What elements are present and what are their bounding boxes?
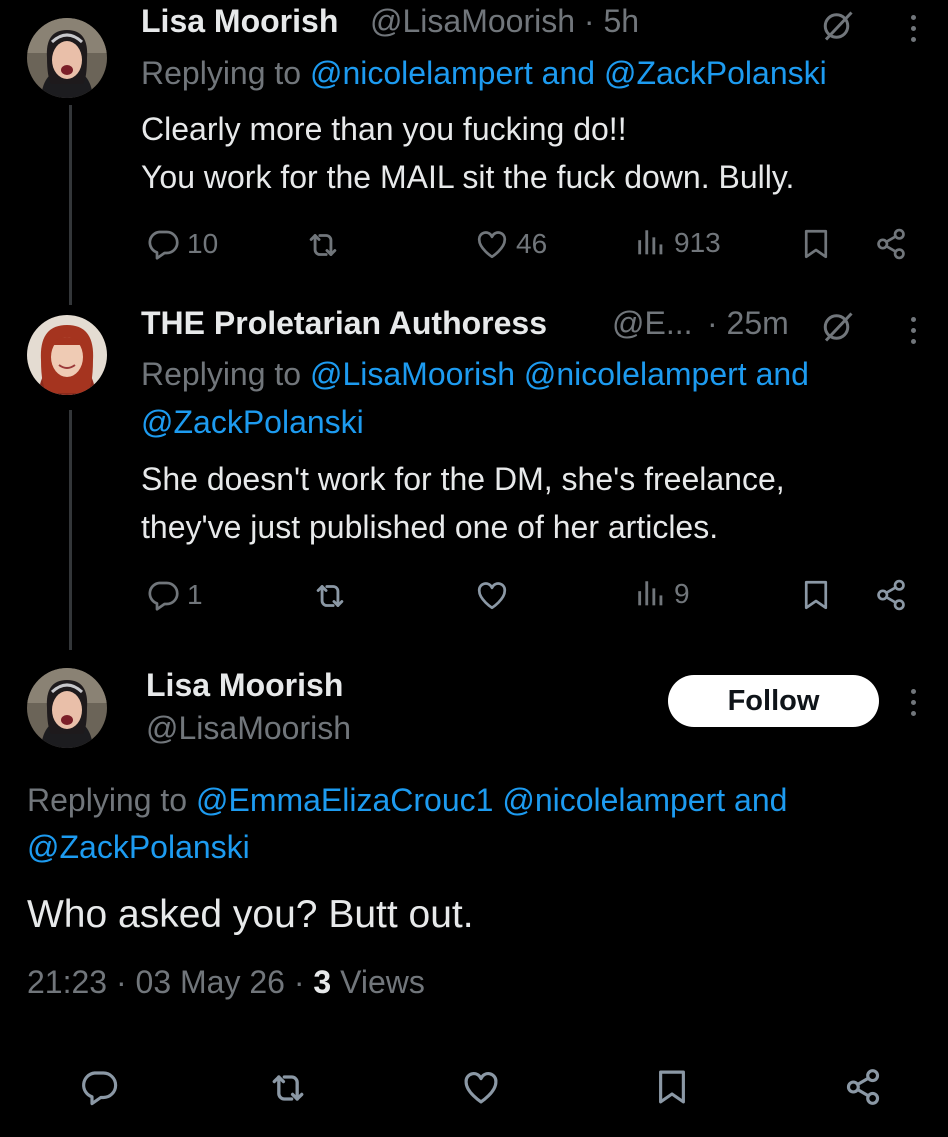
replying-prefix: Replying to [27,782,188,818]
reply-icon [145,226,181,262]
author-name[interactable]: THE Proletarian Authoress [141,305,547,342]
grok-icon[interactable] [820,309,856,345]
author-handle[interactable]: @LisaMoorish [146,710,351,747]
heart-icon [474,226,510,262]
share-button[interactable] [842,1066,884,1108]
share-icon [873,577,909,613]
like-button[interactable] [474,577,510,613]
bookmark-icon [798,577,834,613]
reply-icon [78,1066,120,1108]
share-button[interactable] [873,226,909,262]
tweet-text: Clearly more than you fucking do!! You w… [141,105,794,201]
tweet-date[interactable]: 03 May 26 [136,964,285,1000]
tweet-timestamp: 21:23 · 03 May 26 · 3 Views [27,964,425,1001]
bookmark-icon [651,1066,693,1108]
reply-button[interactable] [78,1066,120,1108]
author-handle[interactable]: @E... [612,305,693,342]
heart-icon [460,1066,502,1108]
tweet-text-line: they've just published one of her articl… [141,509,719,545]
retweet-button[interactable] [311,577,349,615]
tweet-text-line: Clearly more than you fucking do!! [141,111,627,147]
replying-to: Replying to @EmmaElizaCrouc1 @nicolelamp… [27,782,787,819]
thread-line [69,410,72,650]
reply-count: 10 [187,228,219,259]
author-meta: @LisaMoorish · 5h [370,3,639,40]
share-icon [842,1066,884,1108]
views-count: 913 [674,227,721,258]
retweet-button[interactable] [266,1066,310,1110]
replying-prefix: Replying to [141,55,302,91]
bookmark-button[interactable] [798,226,834,262]
views-button[interactable]: 913 [634,226,721,260]
retweet-icon [304,226,342,264]
avatar[interactable] [27,315,107,395]
tweet-text: Who asked you? Butt out. [27,893,474,936]
views-label: Views [340,964,425,1000]
tweet-text-line: You work for the MAIL sit the fuck down.… [141,159,795,195]
tweet-text: She doesn't work for the DM, she's freel… [141,455,785,551]
share-icon [873,226,909,262]
avatar[interactable] [27,668,107,748]
mention-link[interactable]: @ZackPolanski [141,404,364,441]
author-name[interactable]: Lisa Moorish [141,3,338,40]
reply-button[interactable]: 10 [145,226,218,262]
thread-line [69,105,72,305]
views-icon [634,577,668,611]
grok-icon[interactable] [820,8,856,44]
retweet-button[interactable] [304,226,342,264]
like-button[interactable] [460,1066,502,1108]
more-icon[interactable] [911,689,916,716]
mention-link[interactable]: @LisaMoorish @nicolelampert and [310,356,809,392]
replying-to: Replying to @LisaMoorish @nicolelampert … [141,356,809,393]
bookmark-button[interactable] [651,1066,693,1108]
author-handle[interactable]: @LisaMoorish [370,3,575,39]
retweet-icon [311,577,349,615]
retweet-icon [266,1066,310,1110]
bookmark-button[interactable] [798,577,834,613]
reply-count: 1 [187,579,203,610]
like-button[interactable]: 46 [474,226,547,262]
separator: · [115,964,127,1000]
tweet-text-line: She doesn't work for the DM, she's freel… [141,461,785,497]
tweet-time[interactable]: 21:23 [27,964,107,1000]
reply-icon [145,577,181,613]
bookmark-icon [798,226,834,262]
views-icon [634,226,668,260]
mention-link[interactable]: @nicolelampert and @ZackPolanski [310,55,827,91]
views-number: 3 [313,964,332,1000]
share-button[interactable] [873,577,909,613]
follow-button[interactable]: Follow [668,675,879,727]
replying-to: Replying to @nicolelampert and @ZackPola… [141,55,827,92]
more-icon[interactable] [911,317,916,344]
views-button[interactable]: 9 [634,577,690,611]
views-count: 9 [674,578,690,609]
mention-link[interactable]: @ZackPolanski [27,829,250,866]
heart-icon [474,577,510,613]
separator: · [293,964,305,1000]
avatar[interactable] [27,18,107,98]
author-name[interactable]: Lisa Moorish [146,667,343,704]
tweet-time[interactable]: · 5h [584,3,639,39]
like-count: 46 [516,228,548,259]
mention-link[interactable]: @EmmaElizaCrouc1 @nicolelampert and [196,782,787,818]
replying-prefix: Replying to [141,356,302,392]
more-icon[interactable] [911,15,916,42]
tweet-time[interactable]: · 25m [707,305,789,342]
reply-button[interactable]: 1 [145,577,203,613]
